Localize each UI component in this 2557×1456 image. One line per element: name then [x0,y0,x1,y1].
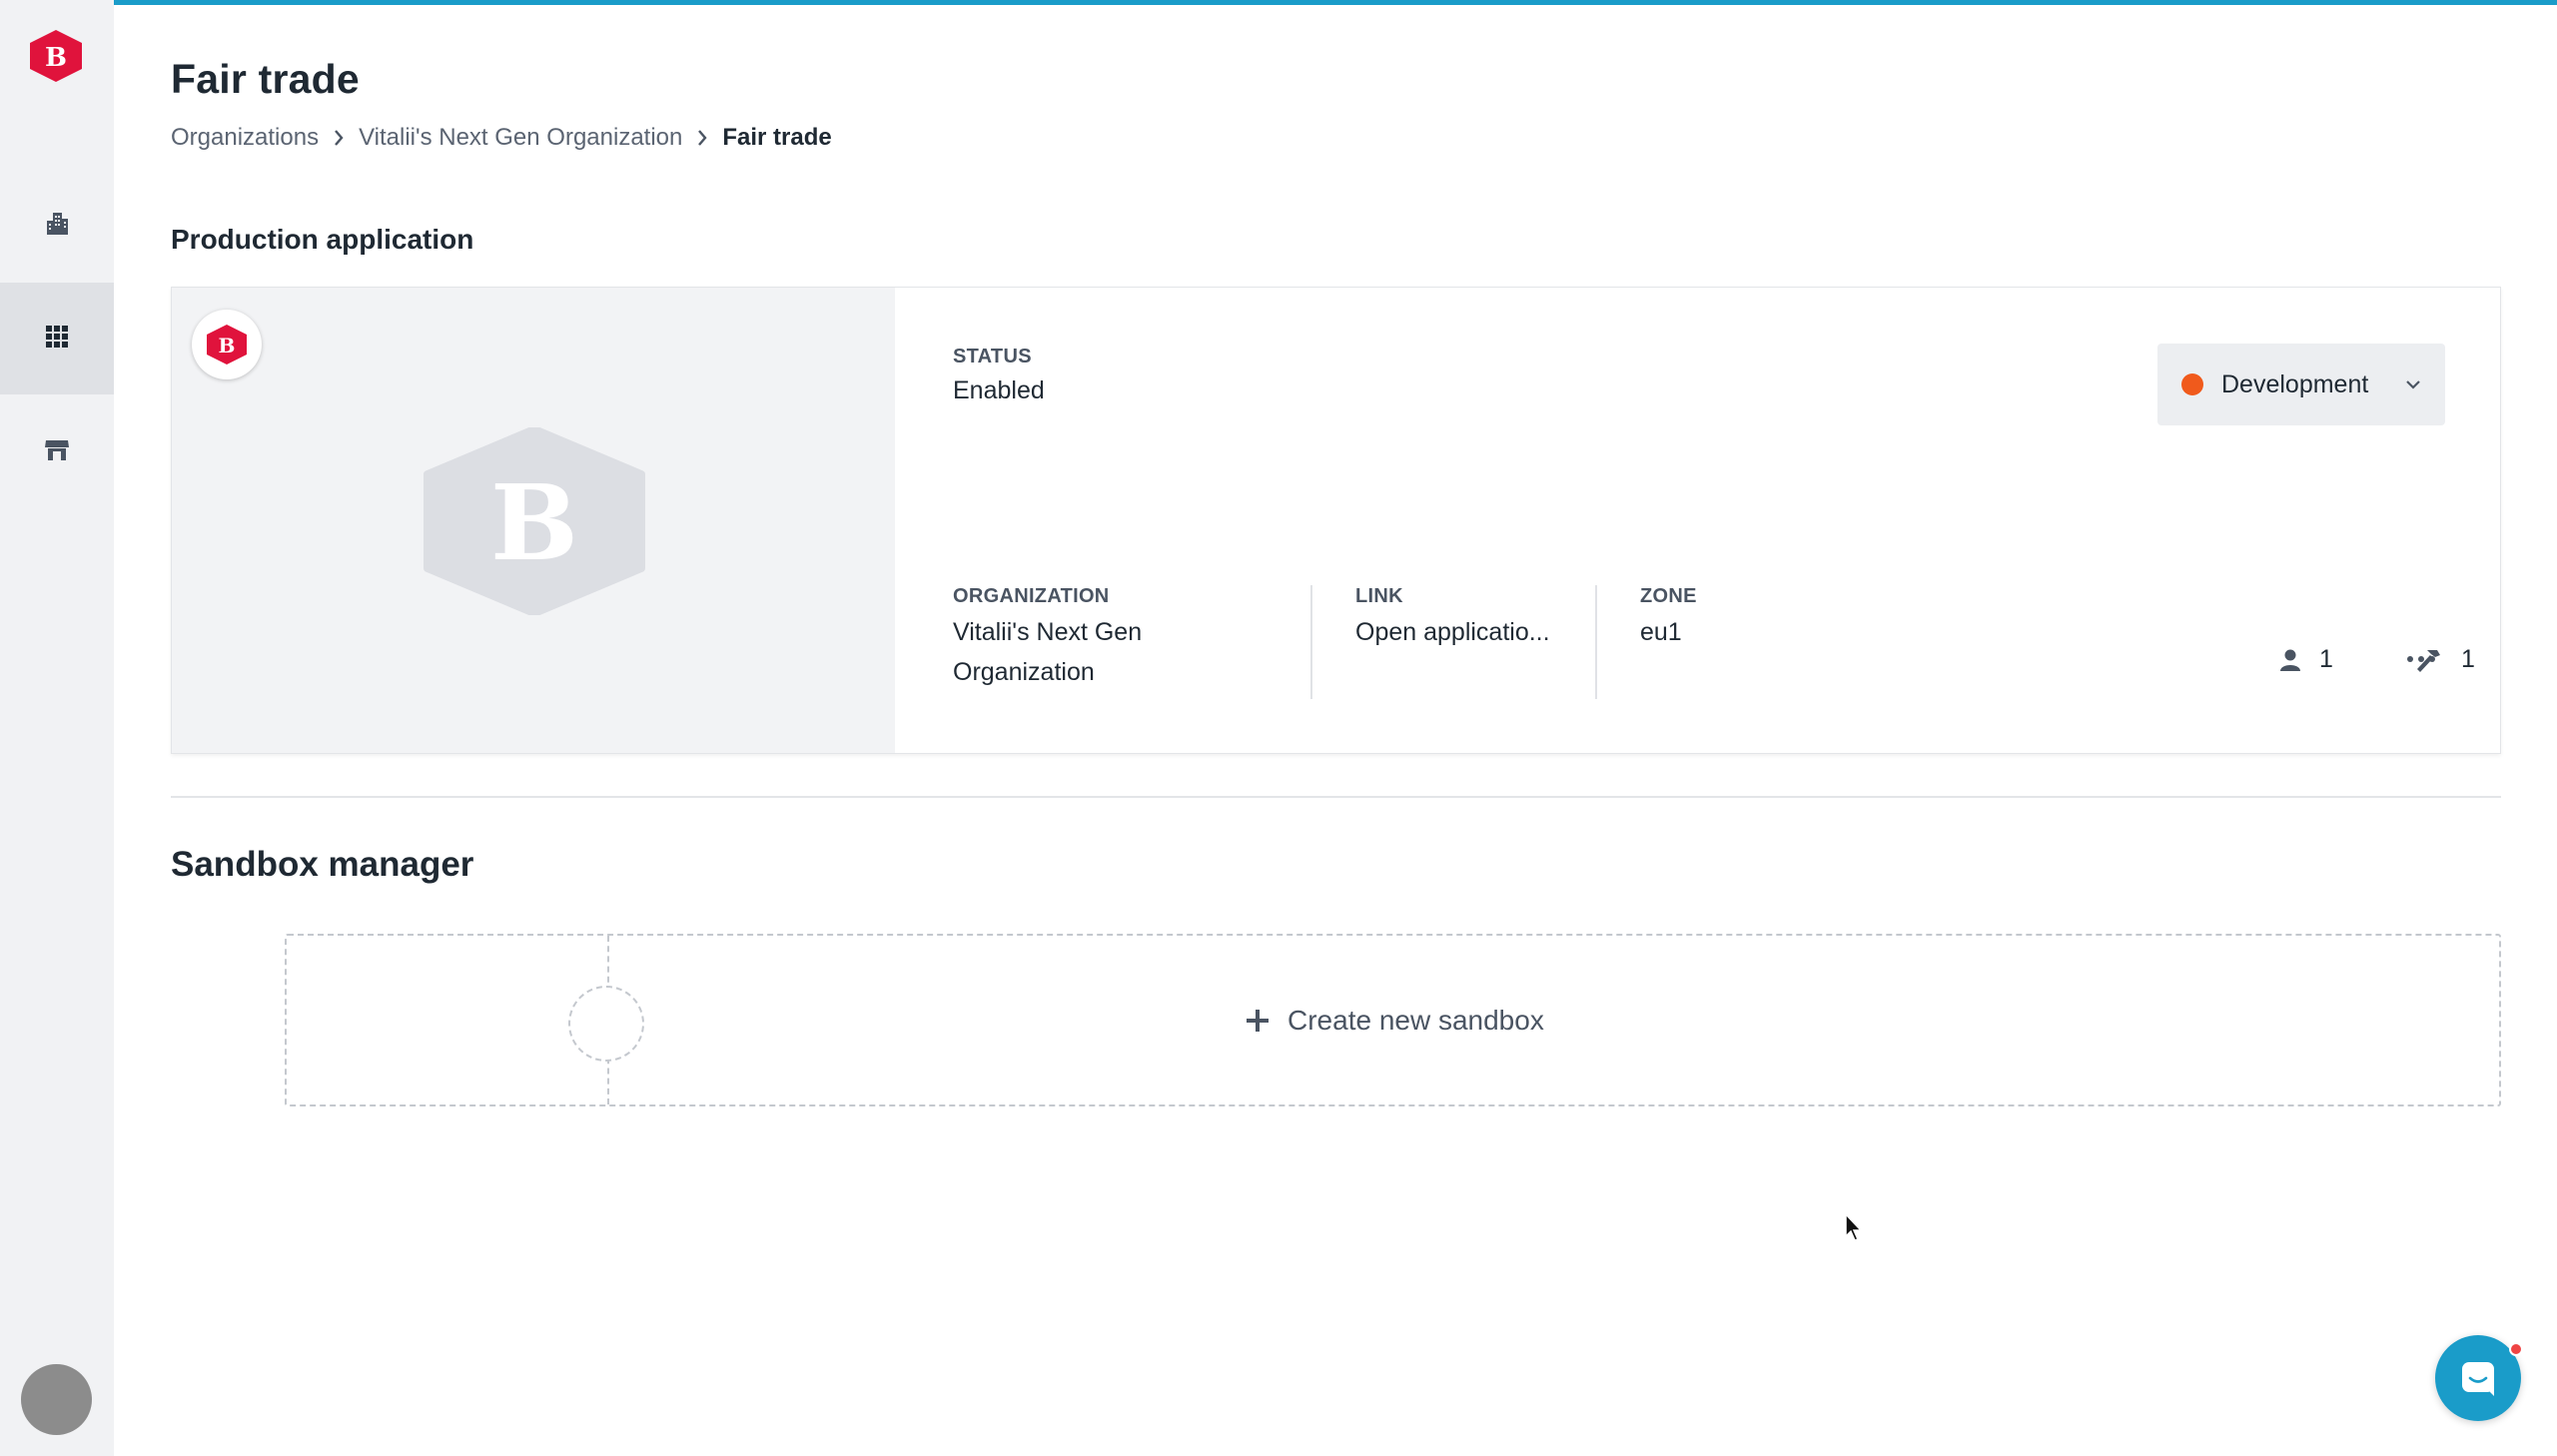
organization-value-line1: Vitalii's Next Gen [953,618,1143,646]
sidebar: B [0,0,114,1456]
application-thumbnail[interactable]: B B [172,288,895,753]
sidebar-item-applications[interactable] [0,283,114,394]
user-icon [2280,649,2300,671]
production-section-title: Production application [171,224,474,255]
more-options-button[interactable] [2393,639,2449,679]
organization-block: ORGANIZATION Vitalii's Next Gen Organiza… [953,585,1292,692]
mouse-cursor-icon [1844,1212,1864,1247]
link-block: LINK Open applicatio... [1355,585,1575,652]
chevron-right-icon [333,129,345,147]
store-icon [44,436,70,467]
members-count[interactable]: 1 [2279,645,2333,674]
notification-dot [2509,1342,2523,1356]
open-application-link[interactable]: Open applicatio... [1355,612,1575,652]
brand-logo-icon[interactable]: B [27,28,85,84]
building-icon [44,211,70,242]
chat-icon [2462,1362,2494,1396]
app-placeholder-logo-icon: B [422,425,647,617]
apps-grid-icon [45,325,69,354]
status-block: STATUS Enabled [953,346,1045,410]
create-new-sandbox-button[interactable]: Create new sandbox [1246,996,1544,1046]
create-sandbox-area[interactable]: Create new sandbox [285,934,2501,1106]
developers-count-value: 1 [2461,645,2475,673]
top-accent-bar [114,0,2557,5]
organization-value: Vitalii's Next Gen Organization [953,612,1292,692]
breadcrumb-organizations[interactable]: Organizations [171,124,319,152]
organization-label: ORGANIZATION [953,585,1110,607]
breadcrumb-organization[interactable]: Vitalii's Next Gen Organization [359,124,682,152]
section-divider [171,796,2501,798]
environment-status-dot [2181,373,2203,395]
breadcrumb-current: Fair trade [722,124,832,151]
status-value: Enabled [953,376,1045,404]
app-placeholder-letter: B [490,461,578,584]
sandbox-section-title: Sandbox manager [171,845,474,884]
breadcrumb: Organizations Vitalii's Next Gen Organiz… [171,124,832,152]
sidebar-item-organizations[interactable] [0,170,114,282]
members-count-value: 1 [2319,645,2333,673]
zone-block: ZONE eu1 [1640,585,1840,652]
user-avatar[interactable] [21,1364,92,1435]
environment-select[interactable]: Development [2157,344,2445,425]
plus-icon [1247,1010,1269,1032]
production-application-card: B B STATUS Enabled Development ORGANIZAT… [171,287,2501,754]
status-label: STATUS [953,346,1032,367]
more-horizontal-icon [2407,656,2435,662]
sandbox-connector-node [568,986,644,1062]
app-badge-logo-icon: B [192,310,262,379]
chevron-right-icon [696,129,708,147]
zone-label: ZONE [1640,585,1697,607]
zone-value: eu1 [1640,618,1682,646]
divider [1310,585,1312,699]
app-badge-letter: B [219,334,236,358]
sidebar-item-marketplace[interactable] [0,395,114,507]
page-title: Fair trade [171,56,360,102]
link-label: LINK [1355,585,1403,607]
divider [1595,585,1597,699]
environment-label: Development [2221,369,2369,398]
brand-logo-letter: B [45,43,67,73]
create-new-sandbox-label: Create new sandbox [1287,1005,1544,1036]
chevron-down-icon [2405,377,2421,395]
organization-value-line2: Organization [953,658,1095,686]
